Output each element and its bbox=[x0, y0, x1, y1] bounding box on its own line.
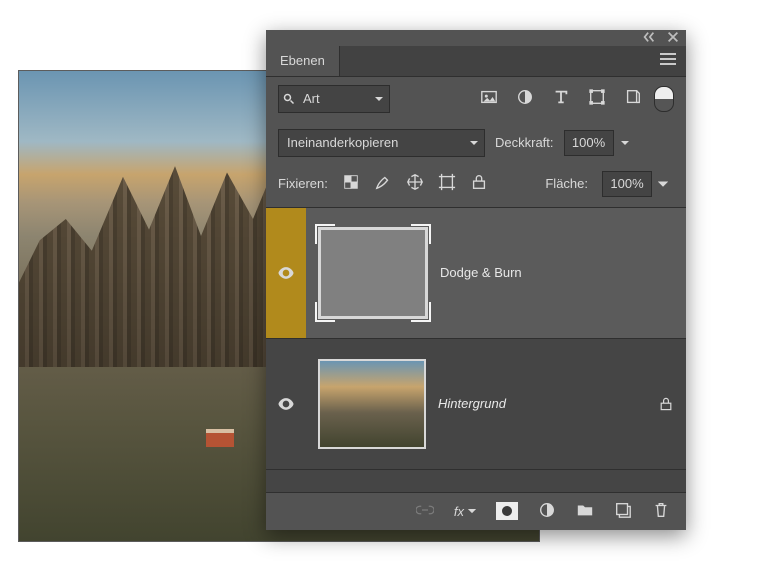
filter-toggle[interactable] bbox=[654, 86, 674, 112]
lock-all-icon[interactable] bbox=[470, 173, 488, 194]
delete-layer-button[interactable] bbox=[652, 501, 670, 522]
layer-name[interactable]: Hintergrund bbox=[438, 396, 646, 411]
close-icon[interactable] bbox=[666, 30, 680, 47]
layer-thumbnail[interactable] bbox=[318, 359, 426, 449]
opacity-value: 100% bbox=[564, 130, 614, 156]
search-icon bbox=[279, 93, 299, 105]
chevron-down-icon[interactable] bbox=[614, 130, 636, 156]
blend-mode-value: Ineinanderkopieren bbox=[279, 135, 464, 150]
fill-field[interactable]: 100% bbox=[602, 171, 674, 197]
chevron-down-icon[interactable] bbox=[652, 171, 674, 197]
filter-row: Art bbox=[266, 77, 686, 121]
chevron-down-icon bbox=[369, 94, 389, 104]
opacity-label: Deckkraft: bbox=[495, 135, 554, 150]
opacity-field[interactable]: 100% bbox=[564, 130, 636, 156]
link-layers-icon[interactable] bbox=[416, 501, 434, 522]
layer-list-empty bbox=[266, 470, 686, 492]
lock-pixels-icon[interactable] bbox=[374, 173, 392, 194]
collapse-icon[interactable] bbox=[642, 30, 656, 47]
filter-type-icon[interactable] bbox=[552, 88, 570, 109]
add-mask-button[interactable] bbox=[496, 502, 518, 520]
tab-layers[interactable]: Ebenen bbox=[266, 46, 340, 76]
filter-icons bbox=[480, 88, 642, 109]
filter-kind-dropdown[interactable]: Art bbox=[278, 85, 390, 113]
filter-adjust-icon[interactable] bbox=[516, 88, 534, 109]
lock-artboard-icon[interactable] bbox=[438, 173, 456, 194]
lock-transparent-icon[interactable] bbox=[342, 173, 360, 194]
layers-panel: Ebenen Art Ineinanderkopieren bbox=[266, 30, 686, 530]
layer-thumbnail[interactable] bbox=[318, 227, 428, 319]
filter-pixel-icon[interactable] bbox=[480, 88, 498, 109]
lock-row: Fixieren: Fläche: 100% bbox=[266, 165, 686, 207]
lock-position-icon[interactable] bbox=[406, 173, 424, 194]
panel-tabbar: Ebenen bbox=[266, 46, 686, 77]
visibility-toggle[interactable] bbox=[266, 208, 306, 338]
panel-titlebar bbox=[266, 30, 686, 46]
new-layer-button[interactable] bbox=[614, 501, 632, 522]
fill-value: 100% bbox=[602, 171, 652, 197]
fill-label: Fläche: bbox=[545, 176, 588, 191]
visibility-toggle[interactable] bbox=[266, 394, 306, 414]
layer-style-button[interactable]: fx bbox=[454, 504, 476, 519]
filter-shape-icon[interactable] bbox=[588, 88, 606, 109]
stage: Ebenen Art Ineinanderkopieren bbox=[0, 0, 764, 578]
layer-name[interactable]: Dodge & Burn bbox=[440, 265, 686, 280]
fx-label: fx bbox=[454, 504, 464, 519]
lock-label: Fixieren: bbox=[278, 176, 328, 191]
filter-kind-label: Art bbox=[299, 91, 369, 106]
new-group-button[interactable] bbox=[576, 501, 594, 522]
tab-label: Ebenen bbox=[280, 53, 325, 68]
chevron-down-icon bbox=[464, 138, 484, 148]
filter-smart-icon[interactable] bbox=[624, 88, 642, 109]
panel-bottom-bar: fx bbox=[266, 492, 686, 530]
blend-mode-dropdown[interactable]: Ineinanderkopieren bbox=[278, 129, 485, 157]
panel-menu-icon[interactable] bbox=[650, 53, 686, 68]
blend-row: Ineinanderkopieren Deckkraft: 100% bbox=[266, 121, 686, 165]
adjustment-layer-button[interactable] bbox=[538, 501, 556, 522]
layer-row[interactable]: Dodge & Burn bbox=[266, 208, 686, 339]
photo-detail bbox=[206, 429, 234, 447]
layer-list: Dodge & Burn Hintergrund bbox=[266, 207, 686, 492]
lock-icon bbox=[646, 396, 686, 412]
layer-row[interactable]: Hintergrund bbox=[266, 339, 686, 470]
